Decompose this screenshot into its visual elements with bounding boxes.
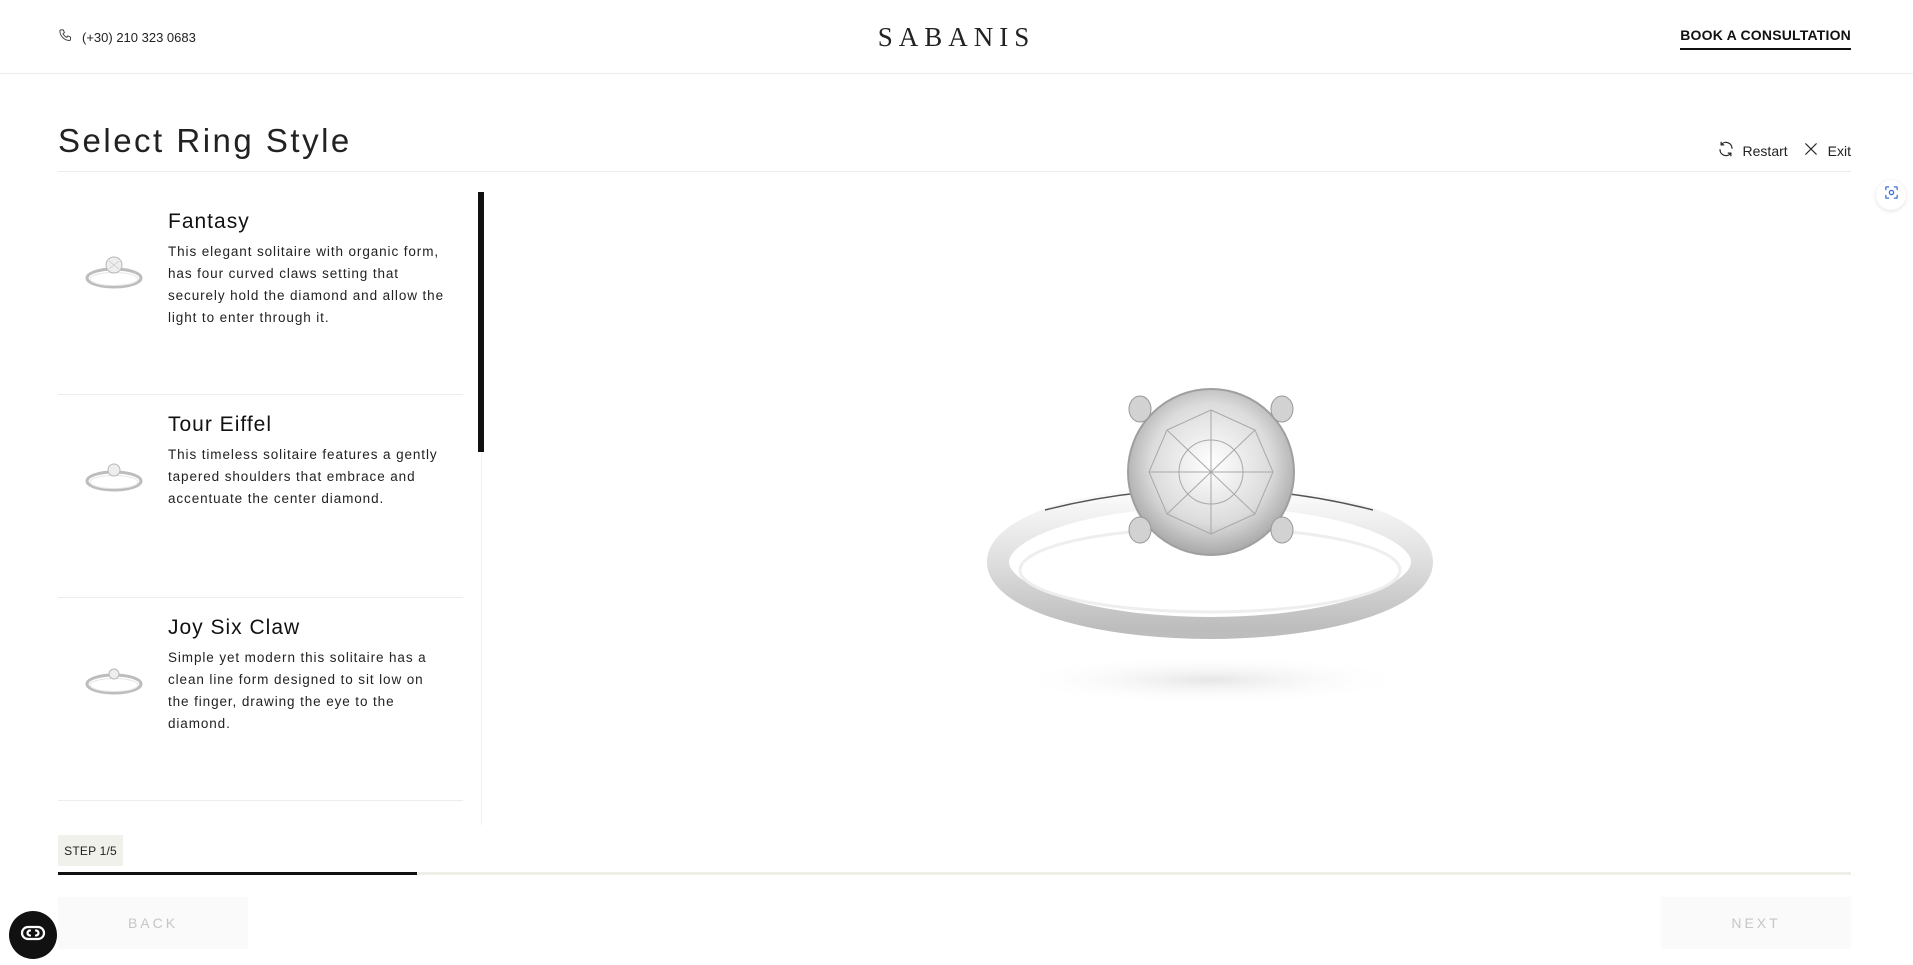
exit-label: Exit bbox=[1827, 142, 1851, 159]
site-header: (+30) 210 323 0683 SABANIS BOOK A CONSUL… bbox=[0, 0, 1913, 74]
style-item-joy-six-claw[interactable]: Joy Six Claw Simple yet modern this soli… bbox=[58, 598, 463, 801]
close-icon bbox=[1802, 140, 1820, 161]
ring-thumbnail bbox=[80, 244, 148, 294]
style-description: Simple yet modern this solitaire has a c… bbox=[168, 650, 427, 731]
style-description: This elegant solitaire with organic form… bbox=[168, 244, 445, 325]
list-scrollbar[interactable] bbox=[478, 192, 484, 452]
accessibility-icon bbox=[20, 924, 46, 947]
scan-button[interactable] bbox=[1876, 180, 1906, 210]
book-consultation-link[interactable]: BOOK A CONSULTATION bbox=[1680, 27, 1851, 50]
brand-logo[interactable]: SABANIS bbox=[0, 22, 1913, 53]
style-description: This timeless solitaire features a gentl… bbox=[168, 447, 438, 506]
title-actions: Restart Exit bbox=[1717, 140, 1851, 161]
page-title: Select Ring Style bbox=[58, 122, 352, 159]
accessibility-button[interactable] bbox=[9, 911, 57, 959]
progress-fill bbox=[58, 872, 417, 875]
style-title: Tour Eiffel bbox=[168, 413, 272, 436]
restart-label: Restart bbox=[1742, 142, 1788, 159]
back-button[interactable]: BACK bbox=[58, 897, 248, 949]
step-badge: STEP 1/5 bbox=[58, 835, 123, 866]
ring-preview-image bbox=[975, 380, 1445, 730]
restart-icon bbox=[1717, 140, 1735, 161]
ring-thumbnail bbox=[80, 447, 148, 497]
ring-thumbnail bbox=[80, 650, 148, 700]
progress-track bbox=[58, 872, 1851, 875]
style-item-fantasy[interactable]: Fantasy This elegant solitaire with orga… bbox=[58, 192, 463, 395]
title-divider bbox=[58, 171, 1851, 172]
ring-style-list[interactable]: Fantasy This elegant solitaire with orga… bbox=[58, 192, 482, 825]
restart-button[interactable]: Restart bbox=[1717, 140, 1788, 161]
style-title: Joy Six Claw bbox=[168, 616, 301, 639]
style-item-partial[interactable] bbox=[58, 801, 463, 825]
exit-button[interactable]: Exit bbox=[1802, 140, 1851, 161]
style-item-tour-eiffel[interactable]: Tour Eiffel This timeless solitaire feat… bbox=[58, 395, 463, 598]
scan-icon bbox=[1883, 184, 1900, 206]
next-button[interactable]: NEXT bbox=[1661, 897, 1851, 949]
style-title: Fantasy bbox=[168, 210, 250, 233]
